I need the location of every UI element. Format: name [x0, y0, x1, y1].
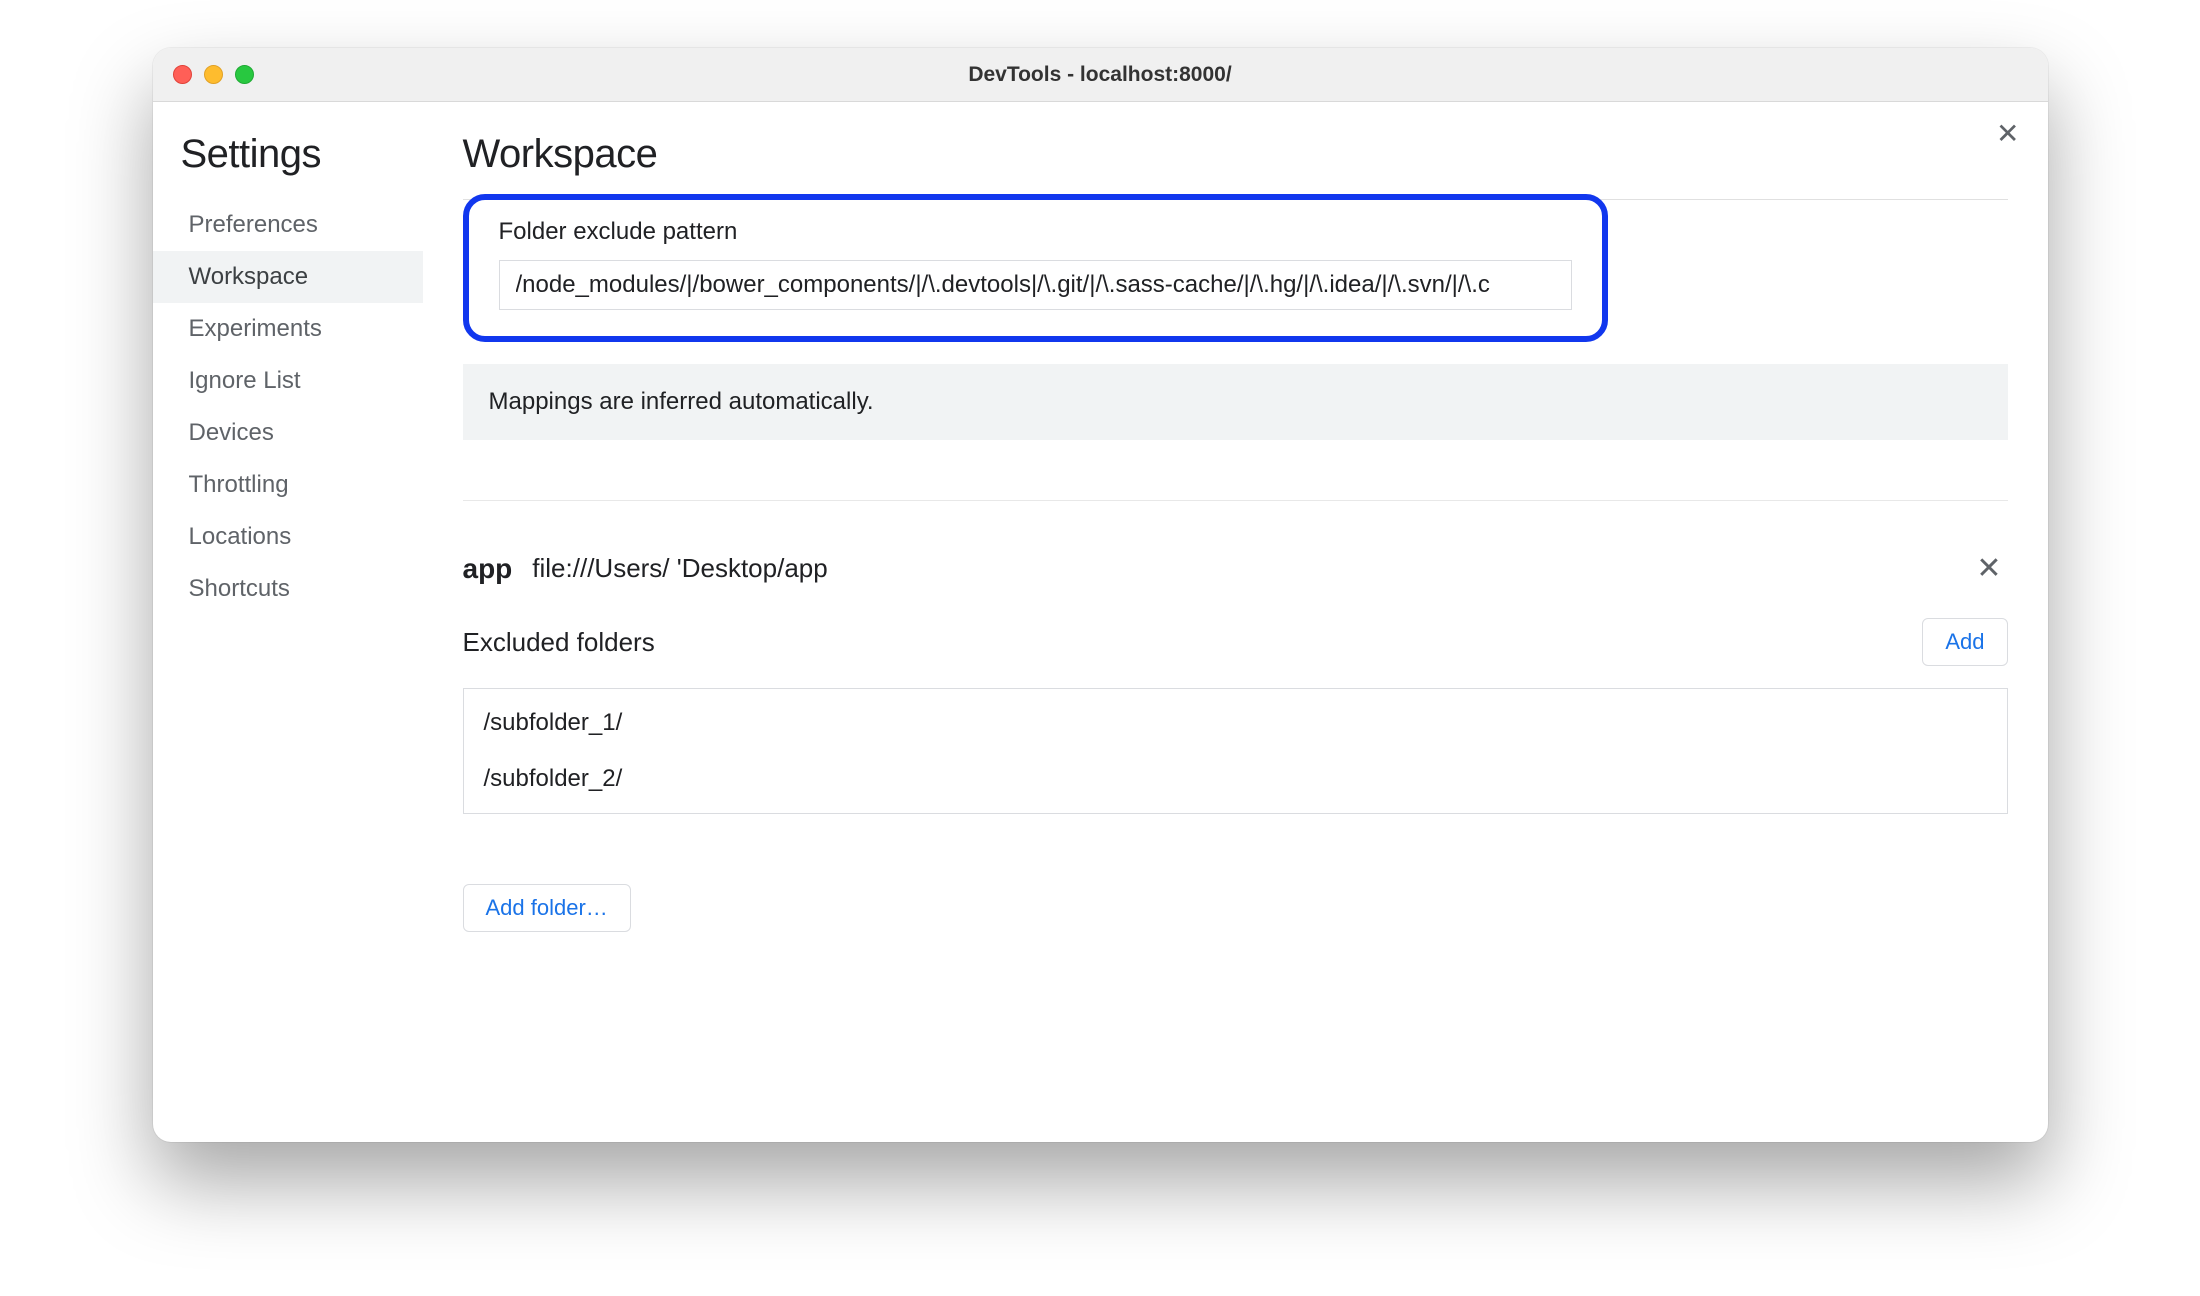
close-icon[interactable]: ✕ — [1996, 120, 2019, 148]
sidebar-item-throttling[interactable]: Throttling — [153, 459, 423, 511]
sidebar-item-preferences[interactable]: Preferences — [153, 199, 423, 251]
page-title: Workspace — [463, 132, 2008, 200]
exclude-pattern-label: Folder exclude pattern — [499, 218, 1572, 246]
folder-path: file:///Users/ 'Desktop/app — [532, 553, 827, 584]
close-window-icon[interactable] — [173, 65, 192, 84]
folder-exclude-highlight: Folder exclude pattern — [463, 194, 1608, 342]
sidebar-item-ignore-list[interactable]: Ignore List — [153, 355, 423, 407]
traffic-lights — [173, 65, 254, 84]
excluded-folder-item[interactable]: /subfolder_2/ — [464, 751, 2007, 807]
content: ✕ Settings PreferencesWorkspaceExperimen… — [153, 102, 2048, 1142]
devtools-window: DevTools - localhost:8000/ ✕ Settings Pr… — [153, 48, 2048, 1142]
sidebar-item-experiments[interactable]: Experiments — [153, 303, 423, 355]
excluded-folders-list: /subfolder_1//subfolder_2/ — [463, 688, 2008, 814]
window-title: DevTools - localhost:8000/ — [153, 63, 2048, 87]
excluded-folder-item[interactable]: /subfolder_1/ — [464, 695, 2007, 751]
sidebar-item-workspace[interactable]: Workspace — [153, 251, 423, 303]
settings-main: Workspace Folder exclude pattern Mapping… — [423, 102, 2048, 1142]
excluded-header: Excluded folders Add — [463, 618, 2008, 666]
settings-title: Settings — [153, 132, 423, 199]
minimize-window-icon[interactable] — [204, 65, 223, 84]
sidebar-item-devices[interactable]: Devices — [153, 407, 423, 459]
exclude-pattern-input[interactable] — [499, 260, 1572, 310]
settings-sidebar: Settings PreferencesWorkspaceExperiments… — [153, 102, 423, 1142]
sidebar-item-shortcuts[interactable]: Shortcuts — [153, 563, 423, 615]
add-folder-button[interactable]: Add folder… — [463, 884, 631, 932]
titlebar: DevTools - localhost:8000/ — [153, 48, 2048, 102]
mappings-info-banner: Mappings are inferred automatically. — [463, 364, 2008, 440]
workspace-folder-row: app file:///Users/ 'Desktop/app ✕ — [463, 500, 2008, 616]
zoom-window-icon[interactable] — [235, 65, 254, 84]
remove-folder-icon[interactable]: ✕ — [1976, 551, 2007, 586]
folder-name: app — [463, 553, 513, 585]
excluded-folders-label: Excluded folders — [463, 627, 655, 658]
add-excluded-button[interactable]: Add — [1922, 618, 2007, 666]
sidebar-item-locations[interactable]: Locations — [153, 511, 423, 563]
